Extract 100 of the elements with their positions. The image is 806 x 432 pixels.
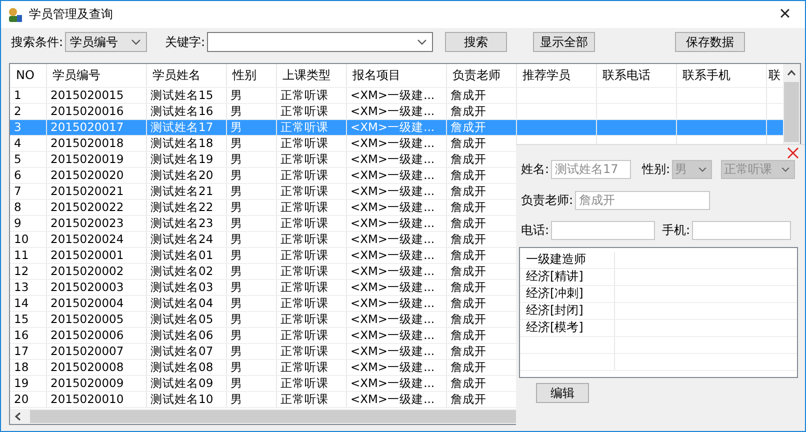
table-cell: 正常听课 (276, 183, 346, 199)
table-cell: 正常听课 (276, 87, 346, 103)
list-item[interactable]: 一级建造师 (520, 252, 615, 268)
table-cell: <XM>一级建... (346, 231, 446, 247)
mobile-label: 手机: (662, 222, 690, 239)
table-cell: 测试姓名21 (146, 183, 226, 199)
column-header[interactable]: 学员姓名 (146, 64, 226, 87)
table-cell: 正常听课 (276, 359, 346, 375)
table-cell: 测试姓名15 (146, 87, 226, 103)
table-cell: 测试姓名07 (146, 343, 226, 359)
table-cell: <XM>一级建... (346, 215, 446, 231)
table-cell: 男 (226, 103, 276, 119)
table-cell: 男 (226, 87, 276, 103)
column-header[interactable]: 联系电话 (596, 64, 676, 87)
caret-icon (131, 39, 142, 45)
teacher-label: 负责老师: (521, 192, 574, 209)
column-header[interactable]: 推荐学员 (516, 64, 596, 87)
table-cell: 1 (10, 87, 46, 103)
table-cell: 男 (226, 247, 276, 263)
column-header[interactable]: 报名项目 (346, 64, 446, 87)
table-cell: <XM>一级建... (346, 263, 446, 279)
column-header[interactable]: 性别 (226, 64, 276, 87)
table-cell: 测试姓名10 (146, 391, 226, 407)
table-cell: 8 (10, 199, 46, 215)
table-cell: 2015020019 (46, 151, 146, 167)
caret-icon (698, 167, 708, 172)
table-cell: <XM>一级建... (346, 135, 446, 151)
app-icon (7, 6, 23, 22)
table-cell: 5 (10, 151, 46, 167)
table-cell: <XM>一级建... (346, 103, 446, 119)
column-header[interactable]: 上课类型 (276, 64, 346, 87)
table-cell: 男 (226, 199, 276, 215)
caret-icon (781, 167, 790, 172)
table-cell: <XM>一级建... (346, 87, 446, 103)
table-cell: 测试姓名19 (146, 151, 226, 167)
table-cell: 男 (226, 183, 276, 199)
close-button[interactable]: × (765, 1, 805, 28)
keyword-field[interactable] (207, 32, 434, 52)
table-cell: 15 (10, 311, 46, 327)
save-data-button[interactable]: 保存数据 (675, 32, 746, 52)
table-cell: 测试姓名01 (146, 247, 226, 263)
table-cell: 12 (10, 263, 46, 279)
table-cell: 6 (10, 167, 46, 183)
table-cell: 詹成开 (446, 87, 516, 103)
table-cell: 3 (10, 119, 46, 135)
table-cell: 2015020004 (46, 295, 146, 311)
table-cell: <XM>一级建... (346, 119, 446, 135)
table-cell: 詹成开 (446, 119, 516, 135)
mobile-field[interactable] (692, 221, 792, 240)
table-cell: 7 (10, 183, 46, 199)
table-cell: 4 (10, 135, 46, 151)
table-cell: 测试姓名02 (146, 263, 226, 279)
table-cell: 2015020006 (46, 327, 146, 343)
table-cell: <XM>一级建... (346, 375, 446, 391)
table-cell: 2015020003 (46, 279, 146, 295)
table-cell: 2015020021 (46, 183, 146, 199)
table-cell: 男 (226, 375, 276, 391)
column-header[interactable]: 负责老师 (446, 64, 516, 87)
list-item[interactable]: 经济[精讲] (520, 269, 615, 285)
table-cell: 2015020022 (46, 199, 146, 215)
table-cell: 17 (10, 343, 46, 359)
table-cell: 正常听课 (276, 135, 346, 151)
table-cell: <XM>一级建... (346, 343, 446, 359)
edit-button[interactable]: 编辑 (536, 383, 589, 403)
table-cell: 18 (10, 359, 46, 375)
table-cell: 正常听课 (276, 343, 346, 359)
gender-label: 性别: (642, 161, 670, 178)
search-condition-label: 搜索条件: (11, 34, 64, 50)
list-item[interactable]: 经济[模考] (520, 320, 615, 336)
table-cell: 正常听课 (276, 311, 346, 327)
show-all-button[interactable]: 显示全部 (533, 32, 596, 52)
table-cell: 2015020024 (46, 231, 146, 247)
table-cell: 2015020009 (46, 375, 146, 391)
list-item[interactable]: 经济[封闭] (520, 303, 615, 319)
table-cell: 正常听课 (276, 295, 346, 311)
table-cell: 正常听课 (276, 215, 346, 231)
table-cell: 正常听课 (276, 231, 346, 247)
table-cell: 19 (10, 375, 46, 391)
search-button[interactable]: 搜索 (445, 32, 508, 52)
table-cell: 男 (226, 343, 276, 359)
table-cell: <XM>一级建... (346, 199, 446, 215)
list-item[interactable]: 经济[冲刺] (520, 286, 615, 302)
column-header[interactable]: 联系手机 (676, 64, 766, 87)
phone-label: 电话: (521, 222, 550, 239)
table-cell: 13 (10, 279, 46, 295)
column-header[interactable]: NO (10, 64, 46, 87)
search-condition-dropdown[interactable]: 学员编号 (65, 32, 148, 52)
table-cell: 2015020018 (46, 135, 146, 151)
table-cell: <XM>一级建... (346, 327, 446, 343)
phone-field[interactable] (551, 221, 656, 240)
table-cell: 男 (226, 167, 276, 183)
close-button[interactable] (787, 147, 799, 159)
table-cell: 男 (226, 263, 276, 279)
table-cell: 测试姓名16 (146, 103, 226, 119)
column-header[interactable]: 学员编号 (46, 64, 146, 87)
table-cell: 测试姓名23 (146, 215, 226, 231)
table-cell: 正常听课 (276, 119, 346, 135)
table-cell: 测试姓名24 (146, 231, 226, 247)
table-cell: 男 (226, 135, 276, 151)
table-cell: 测试姓名04 (146, 295, 226, 311)
